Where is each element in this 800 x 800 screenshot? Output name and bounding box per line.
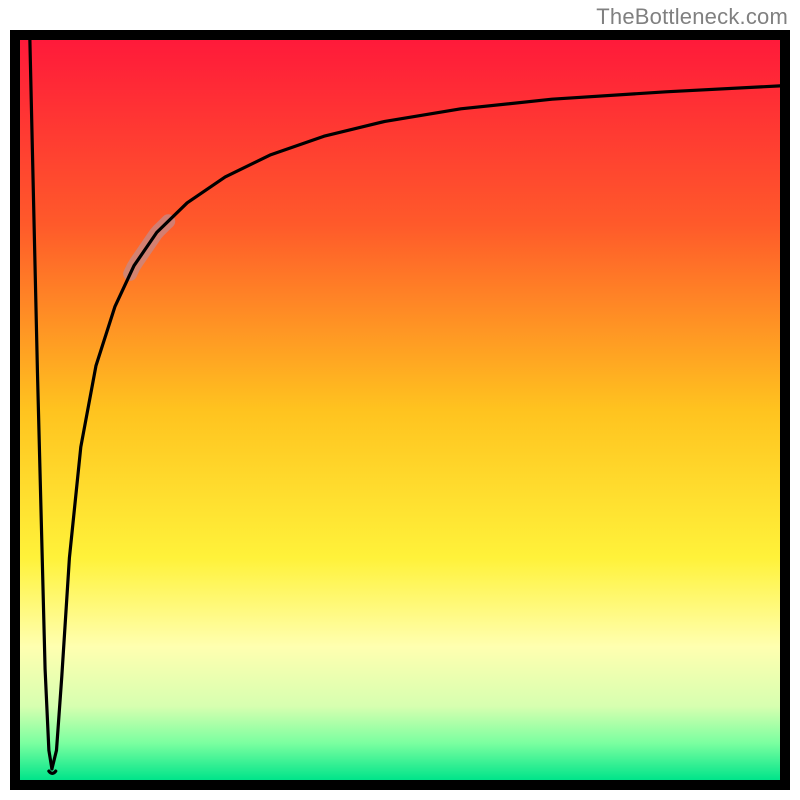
attribution-text: TheBottleneck.com (596, 4, 788, 30)
chart-svg (10, 30, 790, 790)
bottleneck-chart (10, 30, 790, 790)
